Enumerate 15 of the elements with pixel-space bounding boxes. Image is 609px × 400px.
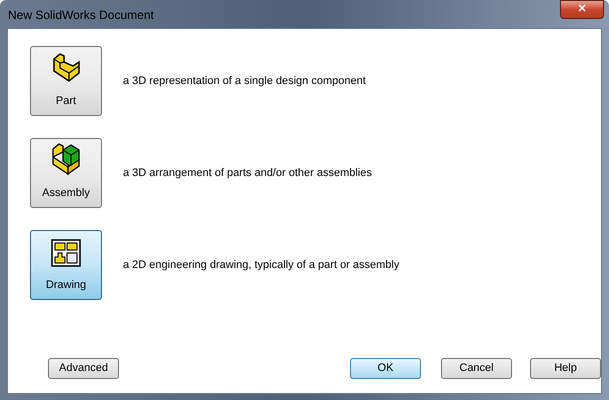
description-text: a 3D representation of a single design component bbox=[123, 74, 366, 89]
drawing-sheet-icon bbox=[51, 238, 81, 266]
dialog-button[interactable]: Help bbox=[530, 358, 601, 379]
dialog-button[interactable]: OK bbox=[350, 358, 421, 379]
dialog-button[interactable]: Cancel bbox=[441, 358, 512, 379]
dialog-button[interactable]: Advanced bbox=[48, 358, 119, 379]
document-type-button[interactable]: Assembly bbox=[30, 138, 102, 208]
part-icon bbox=[51, 50, 81, 82]
description-text: a 2D engineering drawing, typically of a part or assembly bbox=[123, 258, 400, 273]
close-button[interactable]: ✕ bbox=[560, 0, 604, 19]
window-title: New SolidWorks Document bbox=[7, 7, 154, 24]
description-text: a 3D arrangement of parts and/or other assemblies bbox=[123, 166, 372, 181]
assembly-icon bbox=[51, 140, 81, 174]
document-type-button[interactable]: Drawing bbox=[30, 230, 102, 300]
document-type-button[interactable]: Part bbox=[30, 46, 102, 116]
